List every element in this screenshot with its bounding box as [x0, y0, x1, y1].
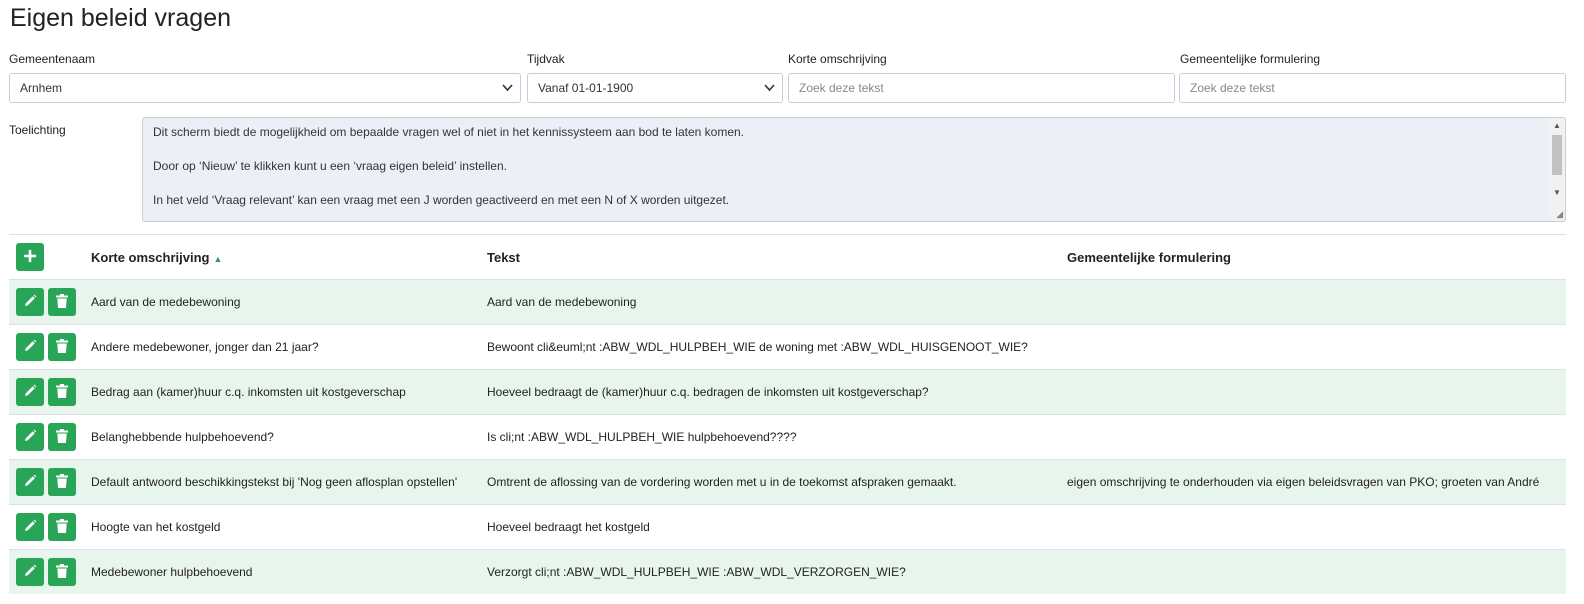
pencil-icon: [23, 339, 37, 356]
delete-button[interactable]: [48, 558, 76, 586]
scrollbar-thumb[interactable]: [1552, 135, 1562, 175]
korte-omschrijving-search-input[interactable]: Zoek deze tekst: [788, 73, 1175, 103]
delete-button[interactable]: [48, 513, 76, 541]
textarea-scrollbar[interactable]: ▲ ▼: [1549, 118, 1565, 221]
cell-tekst: Is cli;nt :ABW_WDL_HULPBEH_WIE hulpbehoe…: [487, 430, 797, 444]
edit-button[interactable]: [16, 558, 44, 586]
trash-icon: [56, 563, 68, 581]
korte-omschrijving-label: Korte omschrijving: [788, 52, 887, 66]
cell-tekst: Bewoont cli&euml;nt :ABW_WDL_HULPBEH_WIE…: [487, 340, 1028, 354]
cell-korte-omschrijving: Aard van de medebewoning: [91, 295, 241, 309]
cell-gemeentelijke-formulering: eigen omschrijving te onderhouden via ei…: [1067, 475, 1540, 489]
delete-button[interactable]: [48, 333, 76, 361]
gemeentenaam-select[interactable]: Arnhem: [9, 73, 521, 103]
delete-button[interactable]: [48, 378, 76, 406]
cell-korte-omschrijving: Medebewoner hulpbehoevend: [91, 565, 253, 579]
cell-korte-omschrijving: Hoogte van het kostgeld: [91, 520, 221, 534]
table-row: Belanghebbende hulpbehoevend? Is cli;nt …: [9, 414, 1566, 459]
pencil-icon: [23, 519, 37, 536]
edit-button[interactable]: [16, 333, 44, 361]
edit-button[interactable]: [16, 513, 44, 541]
toelichting-paragraph: Dit scherm biedt de mogelijkheid om bepa…: [153, 125, 745, 139]
column-header-korte-omschrijving[interactable]: Korte omschrijving ▲: [91, 250, 222, 265]
toelichting-textarea[interactable]: Dit scherm biedt de mogelijkheid om bepa…: [142, 117, 1566, 222]
column-header-label: Korte omschrijving: [91, 250, 210, 265]
table-row: Bedrag aan (kamer)huur c.q. inkomsten ui…: [9, 369, 1566, 414]
korte-omschrijving-placeholder: Zoek deze tekst: [799, 81, 884, 95]
gemeentelijke-formulering-placeholder: Zoek deze tekst: [1190, 81, 1275, 95]
pencil-icon: [23, 564, 37, 581]
table-header: Korte omschrijving ▲ Tekst Gemeentelijke …: [9, 234, 1566, 279]
toelichting-paragraph: In het veld ‘Vraag relevant’ kan een vra…: [153, 193, 730, 207]
pencil-icon: [23, 294, 37, 311]
gemeentelijke-formulering-label: Gemeentelijke formulering: [1180, 52, 1321, 66]
page-title: Eigen beleid vragen: [10, 4, 231, 32]
cell-tekst: Hoeveel bedraagt de (kamer)huur c.q. bed…: [487, 385, 929, 399]
cell-korte-omschrijving: Andere medebewoner, jonger dan 21 jaar?: [91, 340, 319, 354]
gemeentenaam-label: Gemeentenaam: [9, 52, 96, 66]
trash-icon: [56, 293, 68, 311]
cell-tekst: Verzorgt cli;nt :ABW_WDL_HULPBEH_WIE :AB…: [487, 565, 906, 579]
trash-icon: [56, 338, 68, 356]
scroll-up-arrow-icon[interactable]: ▲: [1553, 121, 1561, 130]
sort-ascending-icon: ▲: [213, 254, 223, 264]
cell-korte-omschrijving: Default antwoord beschikkingstekst bij '…: [91, 475, 458, 489]
cell-tekst: Hoeveel bedraagt het kostgeld: [487, 520, 650, 534]
cell-tekst: Aard van de medebewoning: [487, 295, 637, 309]
table-row: Default antwoord beschikkingstekst bij '…: [9, 459, 1566, 504]
delete-button[interactable]: [48, 288, 76, 316]
column-header-gemeentelijke-formulering[interactable]: Gemeentelijke formulering: [1067, 250, 1231, 265]
table-body: Aard van de medebewoning Aard van de med…: [9, 279, 1566, 594]
edit-button[interactable]: [16, 468, 44, 496]
pencil-icon: [23, 474, 37, 491]
table-row: Medebewoner hulpbehoevend Verzorgt cli;n…: [9, 549, 1566, 594]
edit-button[interactable]: [16, 378, 44, 406]
pencil-icon: [23, 429, 37, 446]
table-row: Hoogte van het kostgeld Hoeveel bedraagt…: [9, 504, 1566, 549]
tijdvak-value: Vanaf 01-01-1900: [538, 81, 634, 95]
delete-button[interactable]: [48, 468, 76, 496]
scroll-down-arrow-icon[interactable]: ▼: [1553, 188, 1561, 197]
gemeentenaam-value: Arnhem: [20, 81, 63, 95]
column-header-tekst[interactable]: Tekst: [487, 250, 520, 265]
toelichting-paragraph: Door op ‘Nieuw’ te klikken kunt u een ‘v…: [153, 159, 507, 173]
trash-icon: [56, 473, 68, 491]
resize-handle-icon[interactable]: ◢: [1556, 209, 1563, 220]
add-button[interactable]: [16, 243, 44, 271]
tijdvak-label: Tijdvak: [527, 52, 565, 66]
trash-icon: [56, 383, 68, 401]
beleid-vragen-table: Korte omschrijving ▲ Tekst Gemeentelijke …: [9, 234, 1566, 594]
tijdvak-select[interactable]: Vanaf 01-01-1900: [527, 73, 783, 103]
chevron-down-icon: [502, 75, 513, 112]
cell-korte-omschrijving: Belanghebbende hulpbehoevend?: [91, 430, 274, 444]
trash-icon: [56, 428, 68, 446]
trash-icon: [56, 518, 68, 536]
cell-tekst: Omtrent de aflossing van de vordering wo…: [487, 475, 957, 489]
page: Eigen beleid vragen Gemeentenaam Arnhem …: [0, 0, 1584, 604]
cell-korte-omschrijving: Bedrag aan (kamer)huur c.q. inkomsten ui…: [91, 385, 406, 399]
table-row: Andere medebewoner, jonger dan 21 jaar? …: [9, 324, 1566, 369]
edit-button[interactable]: [16, 423, 44, 451]
plus-icon: [23, 249, 37, 266]
edit-button[interactable]: [16, 288, 44, 316]
delete-button[interactable]: [48, 423, 76, 451]
pencil-icon: [23, 384, 37, 401]
gemeentelijke-formulering-search-input[interactable]: Zoek deze tekst: [1179, 73, 1566, 103]
chevron-down-icon: [764, 75, 775, 112]
toelichting-label: Toelichting: [9, 123, 66, 137]
table-row: Aard van de medebewoning Aard van de med…: [9, 279, 1566, 324]
